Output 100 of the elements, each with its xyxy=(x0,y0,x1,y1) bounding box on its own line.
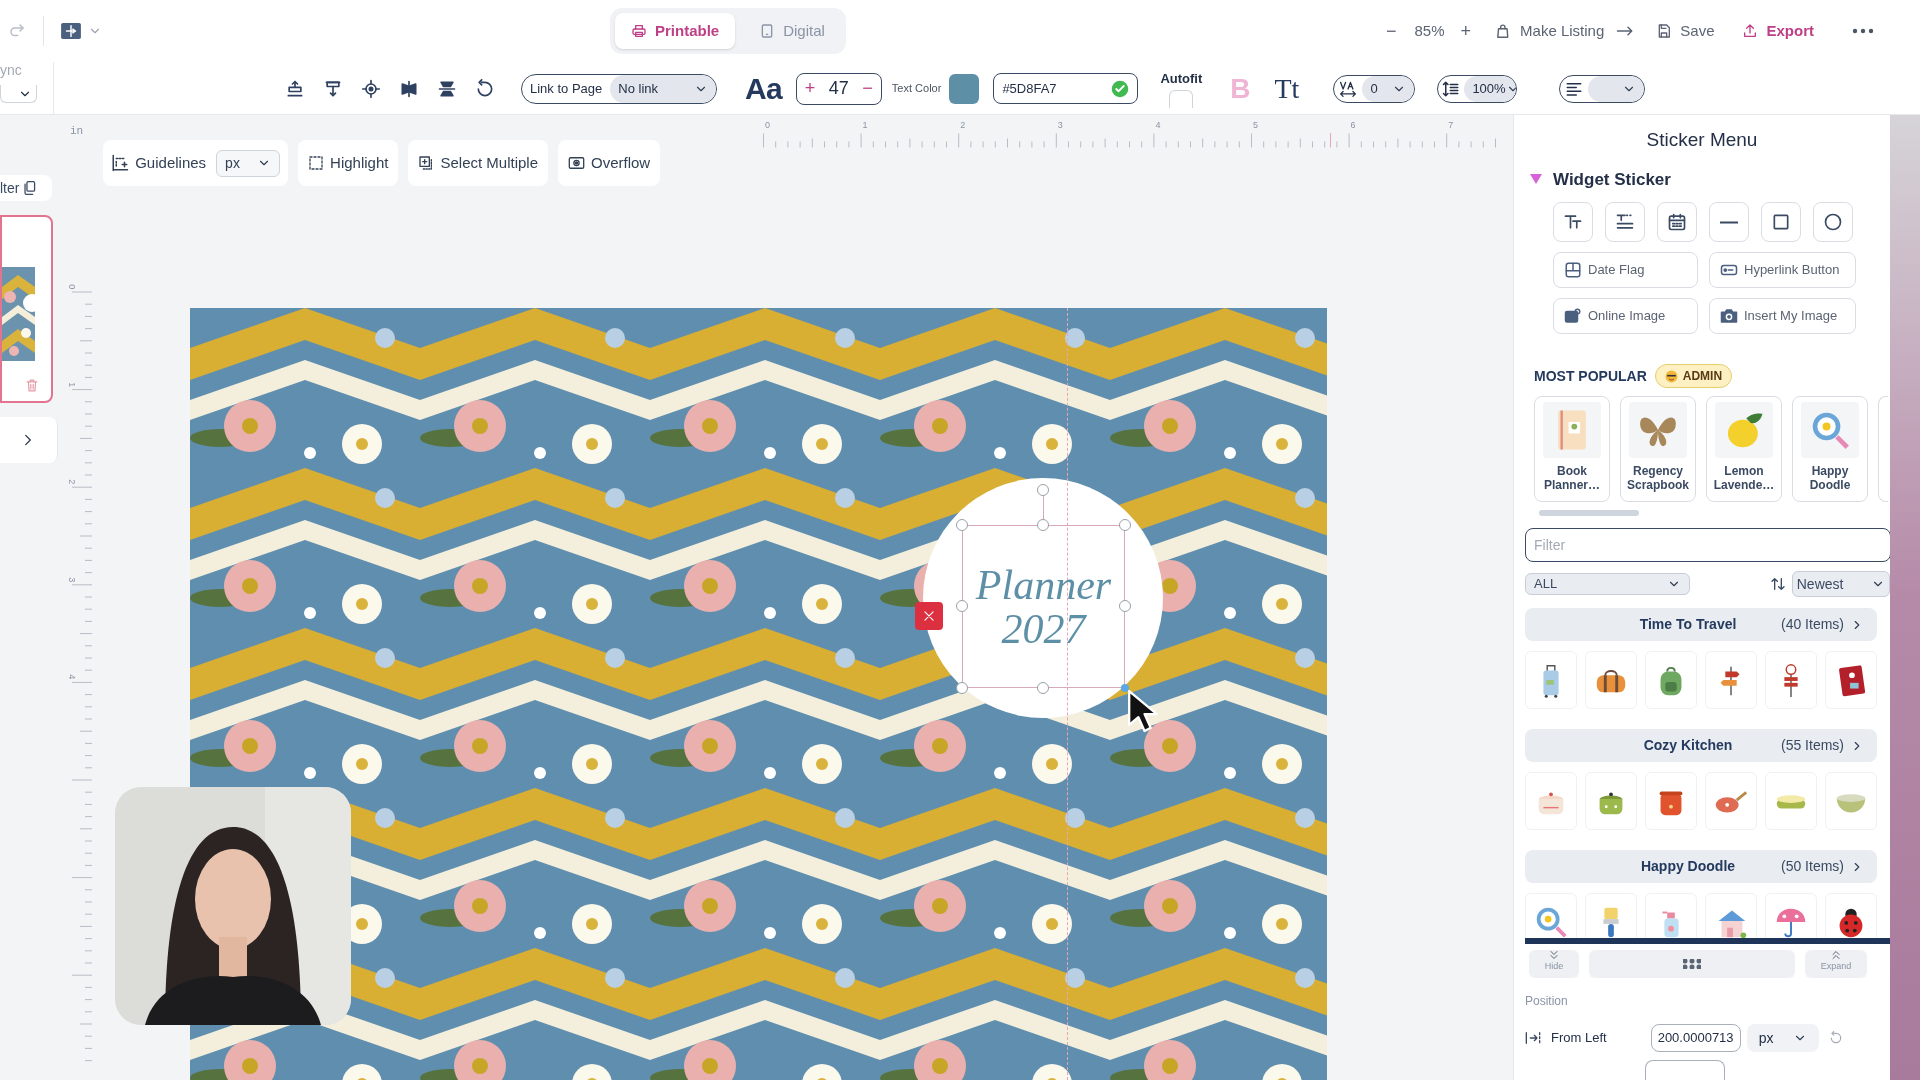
widget-tool-button[interactable] xyxy=(1657,202,1697,242)
ruler-number: 6 xyxy=(1350,119,1356,132)
ruler-number: 4 xyxy=(1155,119,1161,132)
widget-tool-button[interactable] xyxy=(1605,202,1645,242)
mode-tab[interactable]: Printable xyxy=(615,13,736,49)
triangle-icon xyxy=(1529,173,1543,186)
ruler-number: 3 xyxy=(66,577,79,583)
widget-button[interactable]: Date Flag xyxy=(1553,252,1698,288)
dashed-square-icon xyxy=(308,155,325,171)
letter-spacing-icon xyxy=(1338,79,1359,98)
bring-forward-icon[interactable] xyxy=(285,78,305,99)
text-color-label: Text Color xyxy=(891,81,942,97)
flip-horizontal-icon[interactable] xyxy=(399,78,419,99)
ruler-number: 0 xyxy=(66,284,79,290)
sync-label: ync xyxy=(0,61,23,80)
ruler-number: 4 xyxy=(66,674,79,680)
category-header[interactable]: Time To Travel (40 Items) xyxy=(1525,608,1877,641)
sticker-tile[interactable] xyxy=(1825,651,1877,709)
sticker-tile[interactable] xyxy=(1645,651,1697,709)
printer-icon xyxy=(631,23,647,39)
sticker-tile[interactable] xyxy=(1765,772,1817,830)
widget-tool-button[interactable] xyxy=(1813,202,1853,242)
sticker-tile[interactable] xyxy=(1645,772,1697,830)
font-button[interactable]: Aa xyxy=(745,66,782,111)
category-header[interactable]: Happy Doodle (50 Items) xyxy=(1525,850,1877,883)
calendar-icon xyxy=(1667,212,1687,232)
layout-icon[interactable] xyxy=(60,22,82,40)
text-style-button[interactable]: Tt xyxy=(1274,67,1300,110)
square-icon xyxy=(1771,212,1791,232)
page-dropdown[interactable] xyxy=(0,85,37,103)
filter-field[interactable]: Filter xyxy=(1525,528,1890,562)
date-flag-icon xyxy=(1564,261,1582,279)
sticker-tile[interactable] xyxy=(1585,651,1637,709)
hex-color-field[interactable]: #5D8FA7 xyxy=(993,73,1139,104)
widget-button[interactable]: Online Image xyxy=(1553,298,1698,334)
sticker-tile[interactable] xyxy=(1585,893,1637,938)
filter-button[interactable]: lter xyxy=(0,175,52,201)
sticker-tile[interactable] xyxy=(1525,893,1577,938)
zoom-out-button[interactable]: − xyxy=(1382,17,1401,45)
ruler-number: 0 xyxy=(765,119,770,132)
ruler-number: 1 xyxy=(862,119,868,132)
toolbar-button[interactable]: Highlight xyxy=(298,140,399,186)
save-button[interactable]: Save xyxy=(1656,19,1715,43)
ruler-number: 2 xyxy=(960,119,966,132)
section-toggle[interactable]: Widget Sticker xyxy=(1529,166,1671,192)
widget-button[interactable]: Insert My Image xyxy=(1709,298,1856,334)
double-chevron-down-icon xyxy=(1548,950,1560,960)
position-field[interactable]: 200.0000713 xyxy=(1650,1024,1741,1052)
image-icon xyxy=(1564,307,1582,325)
color-swatch[interactable] xyxy=(949,73,980,104)
more-icon[interactable] xyxy=(1852,27,1874,35)
widget-tool-button[interactable] xyxy=(1761,202,1801,242)
sticker-tile[interactable] xyxy=(1525,651,1577,709)
sticker-tile[interactable] xyxy=(1705,893,1757,938)
ruler-number: 7 xyxy=(1448,119,1454,132)
toolbar-button[interactable]: Select Multiple xyxy=(408,140,548,186)
font-size-stepper[interactable]: + 47 − xyxy=(795,72,882,105)
widget-button[interactable]: Hyperlink Button xyxy=(1709,252,1856,288)
sticker-tile[interactable] xyxy=(1705,651,1757,709)
zoom-level: 85% xyxy=(1414,20,1445,41)
sticker-tile[interactable] xyxy=(1765,893,1817,938)
zoom-in-button[interactable]: + xyxy=(1456,17,1476,45)
sticker-card[interactable]: Regency Scrapbook xyxy=(1620,396,1696,502)
widget-tool-button[interactable] xyxy=(1553,202,1593,242)
sort-select[interactable]: Newest xyxy=(1791,571,1890,597)
overflow-icon xyxy=(568,155,585,171)
unit-label: in xyxy=(70,124,84,139)
sticker-tile[interactable] xyxy=(1825,893,1877,938)
sticker-tile[interactable] xyxy=(1525,772,1577,830)
center-target-icon[interactable] xyxy=(361,78,381,99)
sticker-card[interactable]: Lemon Lavende… xyxy=(1706,396,1782,502)
category-select[interactable]: ALL xyxy=(1525,573,1690,595)
sticker-tile[interactable] xyxy=(1765,651,1817,709)
toolbar-button[interactable]: Overflow xyxy=(558,140,661,186)
reset-icon[interactable] xyxy=(1828,1031,1843,1045)
sticker-tile[interactable] xyxy=(1645,893,1697,938)
section-title: MOST POPULAR xyxy=(1534,366,1647,386)
make-listing-button[interactable]: Make Listing xyxy=(1495,19,1635,43)
autofit-checkbox[interactable] xyxy=(1169,90,1194,109)
unit-select[interactable]: px xyxy=(1746,1024,1819,1052)
rotate-icon[interactable] xyxy=(475,78,495,99)
sticker-card[interactable]: Book Planner… xyxy=(1534,396,1610,502)
sticker-tile[interactable] xyxy=(1705,772,1757,830)
category-header[interactable]: Cozy Kitchen (55 Items) xyxy=(1525,729,1877,762)
paragraph-icon xyxy=(1615,212,1635,232)
line-height-icon xyxy=(1442,79,1461,98)
drag-handle[interactable] xyxy=(1589,950,1795,978)
from-left-icon xyxy=(1525,1031,1541,1045)
ruler-number: 1 xyxy=(66,381,79,387)
circle-icon xyxy=(1823,212,1843,232)
trash-icon[interactable] xyxy=(26,379,38,392)
panel-title: Sticker Menu xyxy=(1645,128,1759,152)
sort-icon[interactable] xyxy=(1769,576,1786,592)
page-thumbnail[interactable] xyxy=(0,215,53,403)
sticker-card[interactable]: Happy Doodle xyxy=(1792,396,1868,502)
sticker-tile[interactable] xyxy=(1585,772,1637,830)
position-field[interactable] xyxy=(1645,1060,1725,1080)
sticker-tile[interactable] xyxy=(1825,772,1877,830)
export-button[interactable]: Export xyxy=(1742,19,1814,43)
guidelines-control[interactable]: Guidelines px xyxy=(103,140,289,186)
